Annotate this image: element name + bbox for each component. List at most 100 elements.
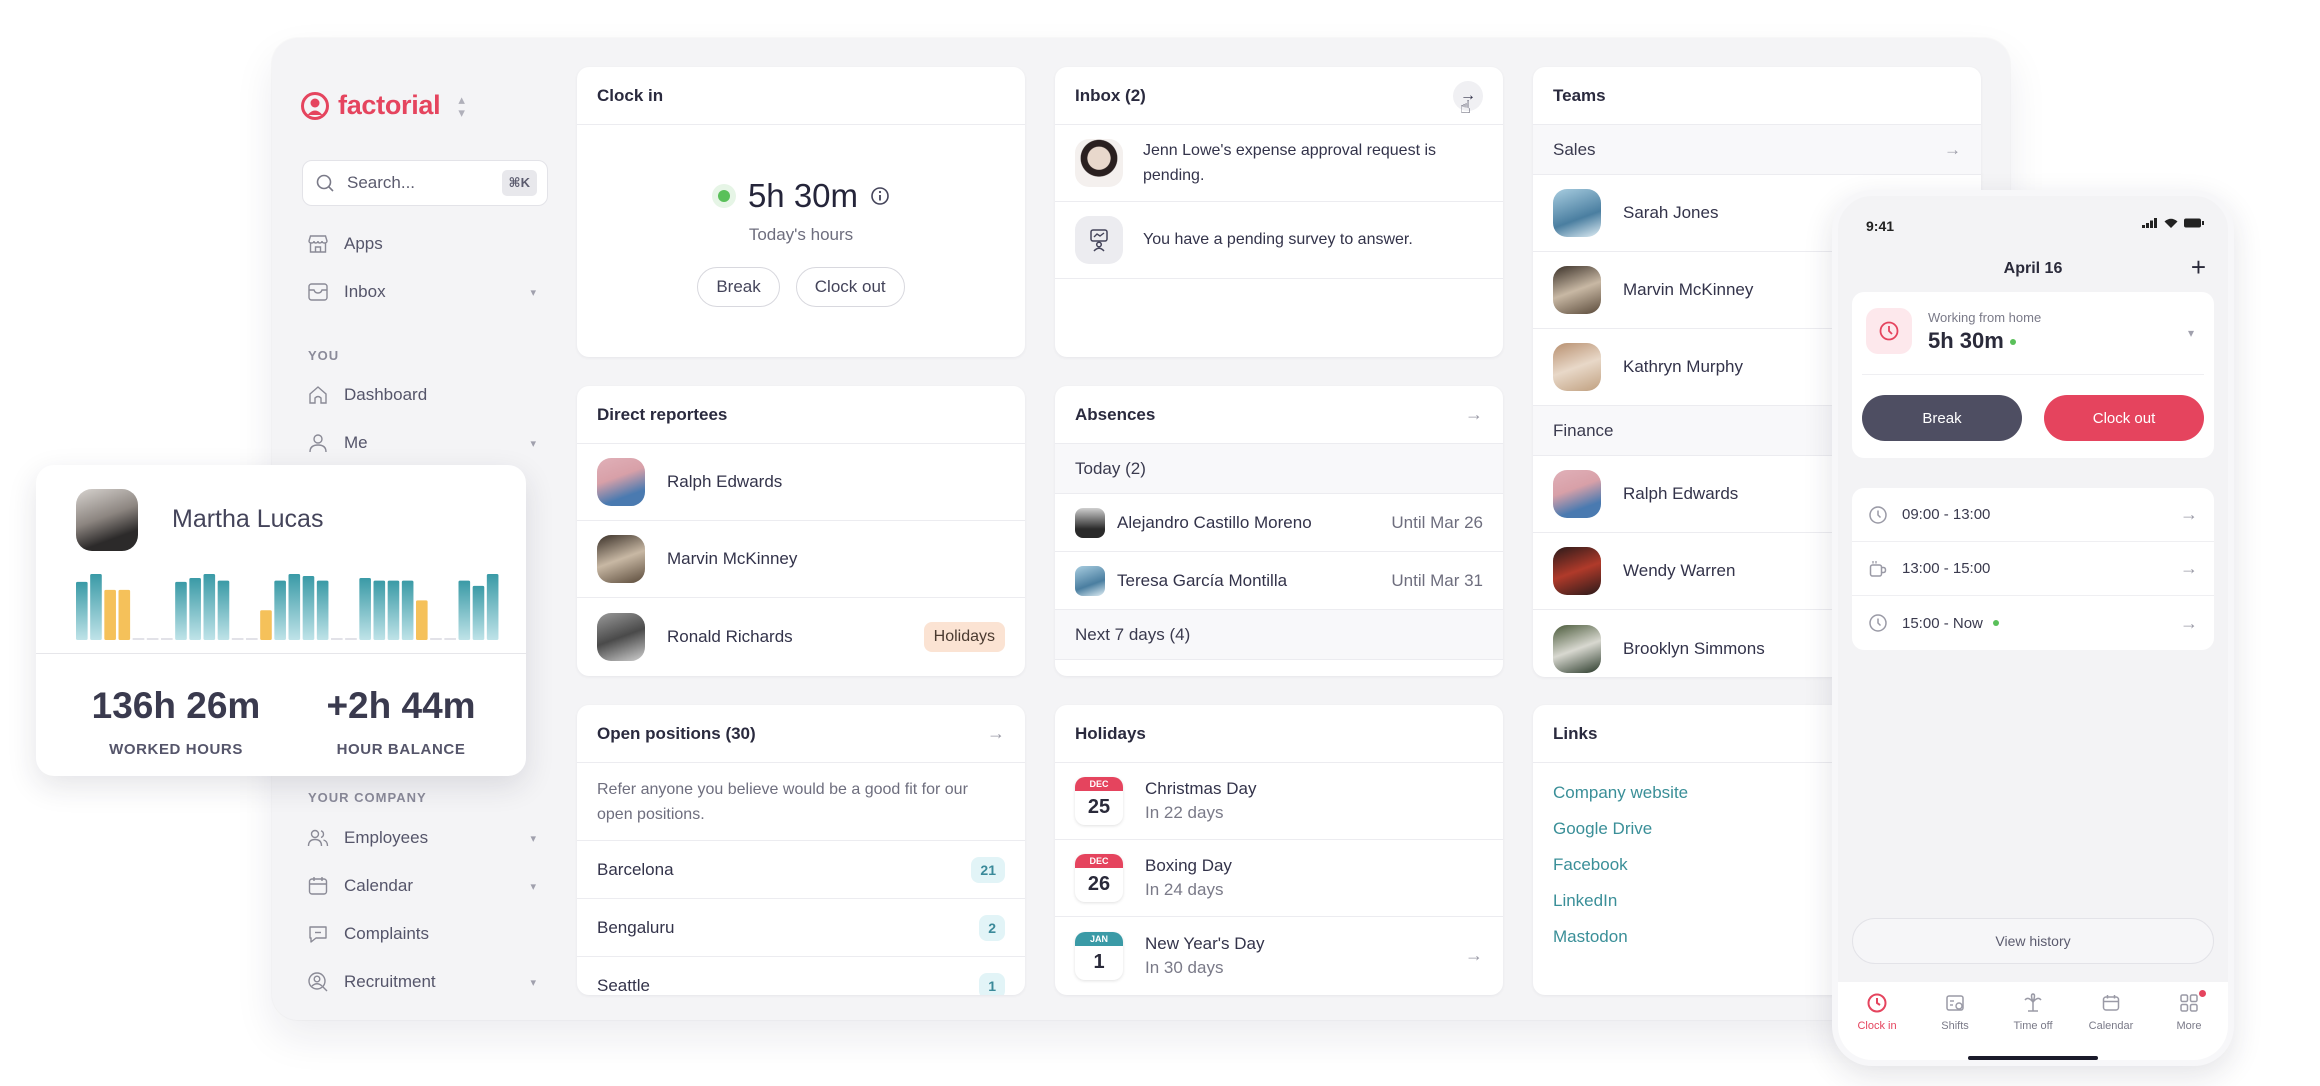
clock-hours-label: Today's hours [748, 225, 854, 244]
card-title: Direct reportees [577, 386, 1025, 444]
chat-icon [309, 926, 327, 943]
clock-icon [1869, 505, 1887, 524]
position-row[interactable]: Barcelona 21 [577, 841, 1025, 899]
tab-label: Clock in [1857, 1020, 1897, 1032]
sidebar-item-label: Apps [344, 234, 383, 253]
time-slot[interactable]: 13:00 - 15:00 → [1852, 542, 2214, 596]
direct-reportees-card: Direct reportees Ralph Edwards Marvin Mc… [577, 386, 1025, 676]
mobile-tab-bar: Clock in Shifts Time off Calendar More [1838, 982, 2228, 1060]
avatar [1075, 565, 1105, 596]
holiday-when: In 30 days [1145, 957, 1224, 977]
tab-label: Time off [2013, 1020, 2053, 1032]
tab-more[interactable]: More [2154, 990, 2224, 1060]
tab-calendar[interactable]: Calendar [2076, 992, 2146, 1060]
chart-bar-off [430, 638, 442, 640]
hour-balance-stat: +2h 44m HOUR BALANCE [306, 685, 496, 758]
mobile-break-button[interactable]: Break [1862, 395, 2022, 441]
add-icon[interactable]: + [2191, 252, 2206, 283]
info-icon[interactable] [870, 186, 890, 206]
tab-time-off[interactable]: Time off [1998, 992, 2068, 1060]
calendar-icon [308, 877, 328, 895]
calendar-month: DEC [1075, 854, 1123, 868]
factorial-logo-icon [301, 91, 329, 120]
section-label-your-company: YOUR COMPANY [308, 790, 427, 805]
shifts-icon [1946, 995, 1964, 1011]
calendar-day: 1 [1093, 950, 1105, 973]
clock-hours: 5h 30m [747, 177, 859, 214]
absence-row[interactable]: Teresa García Montilla Until Mar 31 [1055, 552, 1503, 610]
chart-bar-work [359, 577, 371, 640]
sidebar-item-label: Me [344, 433, 368, 452]
sidebar-item-employees[interactable]: Employees ▾ [306, 818, 536, 858]
reportee-name: Ralph Edwards [667, 472, 783, 491]
team-group-header[interactable]: Sales → [1533, 125, 1981, 175]
arrow-right-icon[interactable]: → [987, 723, 1005, 744]
tab-shifts[interactable]: Shifts [1920, 992, 1990, 1060]
chart-bar-off [246, 638, 258, 640]
chart-bar-work [274, 580, 286, 640]
holidays-card: Holidays DEC 25 Christmas Day In 22 days… [1055, 705, 1503, 995]
clock-out-button[interactable]: Clock out [795, 267, 905, 307]
search-input[interactable]: Search... ⌘K [302, 160, 548, 206]
holiday-row[interactable]: DEC 25 Christmas Day In 22 days [1055, 763, 1503, 840]
sidebar-item-calendar[interactable]: Calendar ▾ [306, 866, 536, 906]
company-switcher-icon[interactable]: ▴ ▾ [458, 93, 465, 119]
time-slot[interactable]: 09:00 - 13:00 → [1852, 488, 2214, 542]
mobile-clock-out-button[interactable]: Clock out [2044, 395, 2204, 441]
holiday-name: Christmas Day [1145, 779, 1257, 798]
sidebar-item-inbox[interactable]: Inbox ▾ [306, 272, 536, 312]
avatar [1553, 343, 1601, 391]
time-slot-range: 09:00 - 13:00 [1902, 506, 1991, 523]
absence-row[interactable]: Alejandro Castillo Moreno Until Mar 26 [1055, 494, 1503, 552]
reportee-row[interactable]: Marvin McKinney [577, 521, 1025, 598]
open-positions-description: Refer anyone you believe would be a good… [577, 763, 1025, 841]
chevron-down-icon: ▾ [530, 437, 536, 450]
member-name: Brooklyn Simmons [1623, 638, 1765, 658]
time-slot[interactable]: 15:00 - Now → [1852, 596, 2214, 650]
holiday-row[interactable]: DEC 26 Boxing Day In 24 days [1055, 840, 1503, 917]
sidebar-item-complaints[interactable]: Complaints [306, 914, 536, 954]
time-slot-range: 15:00 - Now [1902, 614, 1983, 632]
sidebar-item-dashboard[interactable]: Dashboard [306, 375, 536, 415]
user-icon [309, 434, 327, 453]
survey-icon [1075, 216, 1123, 264]
member-name: Sarah Jones [1623, 203, 1719, 222]
sidebar-item-apps[interactable]: Apps [306, 224, 536, 264]
view-history-button[interactable]: View history [1852, 918, 2214, 964]
inbox-item[interactable]: You have a pending survey to answer. [1055, 202, 1503, 279]
hand-cursor-icon: ☝ [1460, 97, 1471, 117]
chart-bar-work [217, 580, 230, 640]
inbox-card: Inbox (2) → Jenn Lowe's expense approval… [1055, 67, 1503, 357]
status-indicator [711, 184, 736, 208]
arrow-right-icon[interactable]: → [1465, 945, 1483, 966]
holiday-row[interactable]: JAN 1 New Year's Day In 30 days → [1055, 917, 1503, 994]
sidebar-item-recruitment[interactable]: Recruitment ▾ [306, 962, 536, 1002]
sidebar-item-me[interactable]: Me ▾ [306, 423, 536, 463]
arrow-right-icon: → [2180, 504, 2198, 524]
position-row[interactable]: Bengaluru 2 [577, 899, 1025, 957]
reportee-row[interactable]: Ralph Edwards [577, 444, 1025, 521]
chevron-down-icon[interactable]: ▾ [2188, 326, 2194, 340]
position-city: Seattle [597, 976, 650, 995]
chart-bar-absence [260, 610, 272, 640]
calendar-month: JAN [1075, 931, 1123, 946]
search-icon [316, 174, 334, 192]
arrow-right-icon[interactable]: → [1465, 404, 1483, 425]
card-title: Clock in [577, 67, 1025, 125]
employee-summary-card: Martha Lucas 136h 26m WORKED HOURS +2h 4… [36, 465, 526, 776]
reportee-row[interactable]: Ronald Richards Holidays [577, 598, 1025, 675]
position-city: Bengaluru [597, 917, 675, 937]
avatar [1553, 189, 1601, 237]
status-badge: Holidays [923, 621, 1005, 652]
avatar [76, 489, 138, 551]
inbox-item[interactable]: Jenn Lowe's expense approval request is … [1055, 125, 1503, 202]
chart-bar-off [161, 638, 173, 640]
position-row[interactable]: Seattle 1 [577, 957, 1025, 995]
break-button[interactable]: Break [697, 267, 780, 307]
home-indicator [1968, 1056, 2098, 1060]
live-indicator [1992, 620, 1999, 626]
hour-balance-label: HOUR BALANCE [336, 741, 466, 758]
tab-clock-in[interactable]: Clock in [1842, 992, 1912, 1060]
chart-bar-off [345, 638, 357, 640]
brand-logo[interactable]: factorial ▴ ▾ [300, 90, 465, 121]
